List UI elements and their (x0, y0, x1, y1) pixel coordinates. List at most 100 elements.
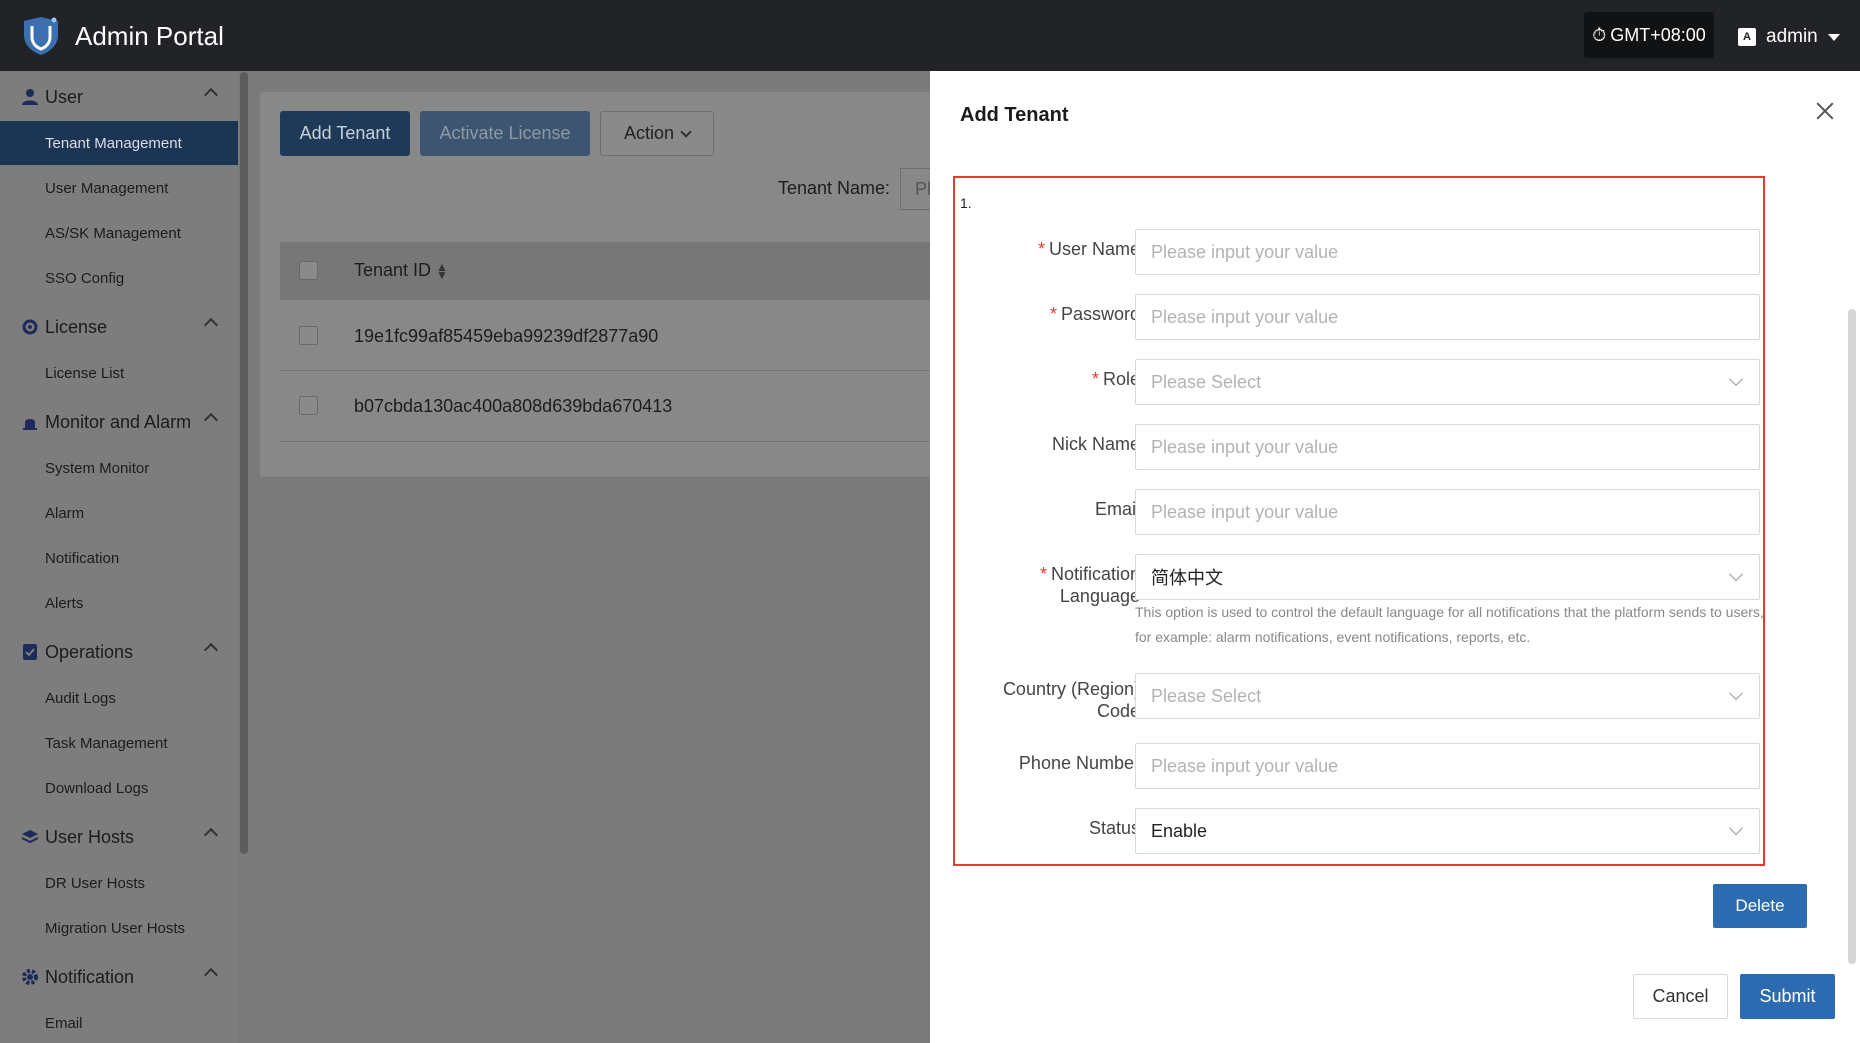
column-header-label: Tenant ID (354, 260, 432, 280)
nick-name-input[interactable]: Please input your value (1135, 424, 1760, 470)
nick-name-label: Nick Name (1051, 434, 1140, 454)
label-text-line1: Country (Region) (1002, 679, 1140, 699)
sidebar-item-sso-config[interactable]: SSO Config (0, 256, 238, 300)
cancel-button[interactable]: Cancel (1633, 974, 1728, 1019)
sidebar-item-download-logs[interactable]: Download Logs (0, 766, 238, 810)
sidebar-group-license[interactable]: License (0, 307, 238, 347)
sidebar-item-migration-user-hosts[interactable]: Migration User Hosts (0, 906, 238, 950)
table-cell-tenant-id: b07cbda130ac400a808d639bda670413 (354, 396, 673, 416)
label-text-line2: Language (1059, 586, 1140, 606)
sidebar-group-label: Operations (45, 641, 134, 662)
add-tenant-button[interactable]: Add Tenant (280, 111, 410, 156)
user-name-input[interactable]: Please input your value (1135, 229, 1760, 275)
password-input[interactable]: Please input your value (1135, 294, 1760, 340)
status-label: Status (1088, 818, 1140, 838)
drawer-scrollbar[interactable] (1848, 309, 1856, 964)
sidebar-item-tenant-management[interactable]: Tenant Management (0, 121, 238, 165)
user-menu[interactable]: A admin (1738, 22, 1840, 52)
email-label: Email (1094, 499, 1140, 519)
sidebar-group-label: Monitor and Alarm (45, 411, 192, 432)
sidebar-item-notification[interactable]: Notification (0, 536, 238, 580)
sort-icon: ▲ ▼ (436, 259, 448, 282)
chevron-down-icon (1728, 820, 1744, 836)
role-select-placeholder: Please Select (1151, 371, 1262, 392)
label-text: User Name (1048, 239, 1140, 259)
row-checkbox[interactable] (299, 326, 318, 345)
operations-icon (20, 642, 40, 662)
timezone-button[interactable]: ⏱ GMT+08:00 (1584, 12, 1714, 58)
row-checkbox[interactable] (299, 396, 318, 415)
country-code-label: Country (Region) Code (1003, 678, 1140, 722)
sidebar-group-user[interactable]: User (0, 77, 238, 117)
label-text-line2: Code (1096, 701, 1140, 721)
phone-number-label: Phone Number (1018, 753, 1140, 773)
phone-number-input[interactable]: Please input your value (1135, 743, 1760, 789)
table-cell-tenant-id: 19e1fc99af85459eba99239df2877a90 (354, 326, 659, 346)
role-label: * Role (1092, 368, 1140, 390)
layers-icon (20, 827, 40, 847)
sidebar-group-notification[interactable]: Notification (0, 957, 238, 997)
sidebar-item-system-monitor[interactable]: System Monitor (0, 446, 238, 490)
sidebar-item-dr-user-hosts[interactable]: DR User Hosts (0, 861, 238, 905)
chevron-up-icon (203, 412, 219, 428)
sidebar-group-label: Notification (45, 966, 135, 987)
chevron-up-icon (203, 317, 219, 333)
sidebar-item-audit-logs[interactable]: Audit Logs (0, 676, 238, 720)
chevron-down-icon (1728, 685, 1744, 701)
sidebar-item-task-management[interactable]: Task Management (0, 721, 238, 765)
drawer-title: Add Tenant (960, 104, 1069, 126)
sidebar-item-as-sk-management[interactable]: AS/SK Management (0, 211, 238, 255)
sidebar-item-license-list[interactable]: License List (0, 351, 238, 395)
country-code-select[interactable]: Please Select (1135, 673, 1760, 719)
delete-button[interactable]: Delete (1713, 884, 1807, 928)
sidebar-group-label: User (45, 86, 84, 107)
top-bar: Admin Portal ⏱ GMT+08:00 A admin (0, 0, 1860, 71)
form-index: 1. (960, 195, 972, 211)
required-mark: * (1037, 239, 1045, 259)
notification-language-label: * Notification Language (1040, 563, 1140, 607)
gear-icon (20, 967, 40, 987)
hint-line1: This option is used to control the defau… (1135, 604, 1764, 620)
hint-line2: for example: alarm notifications, event … (1135, 629, 1531, 645)
sidebar-item-user-management[interactable]: User Management (0, 166, 238, 210)
sidebar-item-email[interactable]: Email (0, 1001, 238, 1043)
required-mark: * (1039, 564, 1047, 584)
required-mark: * (1049, 304, 1057, 324)
user-name: admin (1766, 26, 1818, 47)
close-icon[interactable] (1815, 101, 1835, 121)
activate-license-button[interactable]: Activate License (420, 111, 590, 156)
submit-button[interactable]: Submit (1740, 974, 1835, 1019)
password-label: * Password (1050, 303, 1140, 325)
notification-language-select[interactable]: 简体中文 (1135, 554, 1760, 600)
sidebar-group-monitor-and-alarm[interactable]: Monitor and Alarm (0, 402, 238, 442)
label-text-line1: Notification (1050, 564, 1140, 584)
chevron-up-icon (203, 87, 219, 103)
translate-icon: A (1738, 28, 1756, 46)
action-dropdown[interactable]: Action (600, 111, 714, 156)
required-mark: * (1091, 369, 1099, 389)
column-header-tenant-id[interactable]: Tenant ID ▲ ▼ (354, 260, 448, 281)
sidebar-group-label: User Hosts (45, 826, 135, 847)
email-input[interactable]: Please input your value (1135, 489, 1760, 535)
notification-language-value: 简体中文 (1151, 568, 1223, 588)
sidebar-item-alerts[interactable]: Alerts (0, 581, 238, 625)
logo-icon (24, 17, 58, 55)
sidebar-item-alarm[interactable]: Alarm (0, 491, 238, 535)
user-name-label: * User Name (1038, 238, 1140, 260)
chevron-down-icon (1728, 371, 1744, 387)
country-code-placeholder: Please Select (1151, 685, 1262, 706)
sidebar-group-label: License (45, 316, 108, 337)
sidebar-scrollbar[interactable] (240, 72, 248, 854)
license-icon (20, 317, 40, 337)
select-all-checkbox[interactable] (299, 261, 318, 280)
tenant-name-label: Tenant Name: (778, 178, 891, 198)
action-label: Action (623, 123, 675, 143)
app-title: Admin Portal (75, 21, 224, 51)
user-icon (20, 87, 40, 107)
status-select[interactable]: Enable (1135, 808, 1760, 854)
clock-icon: ⏱ (1592, 24, 1607, 45)
role-select[interactable]: Please Select (1135, 359, 1760, 405)
sidebar-group-operations[interactable]: Operations (0, 632, 238, 672)
sidebar-group-user-hosts[interactable]: User Hosts (0, 817, 238, 857)
timezone-label: GMT+08:00 (1610, 24, 1706, 45)
